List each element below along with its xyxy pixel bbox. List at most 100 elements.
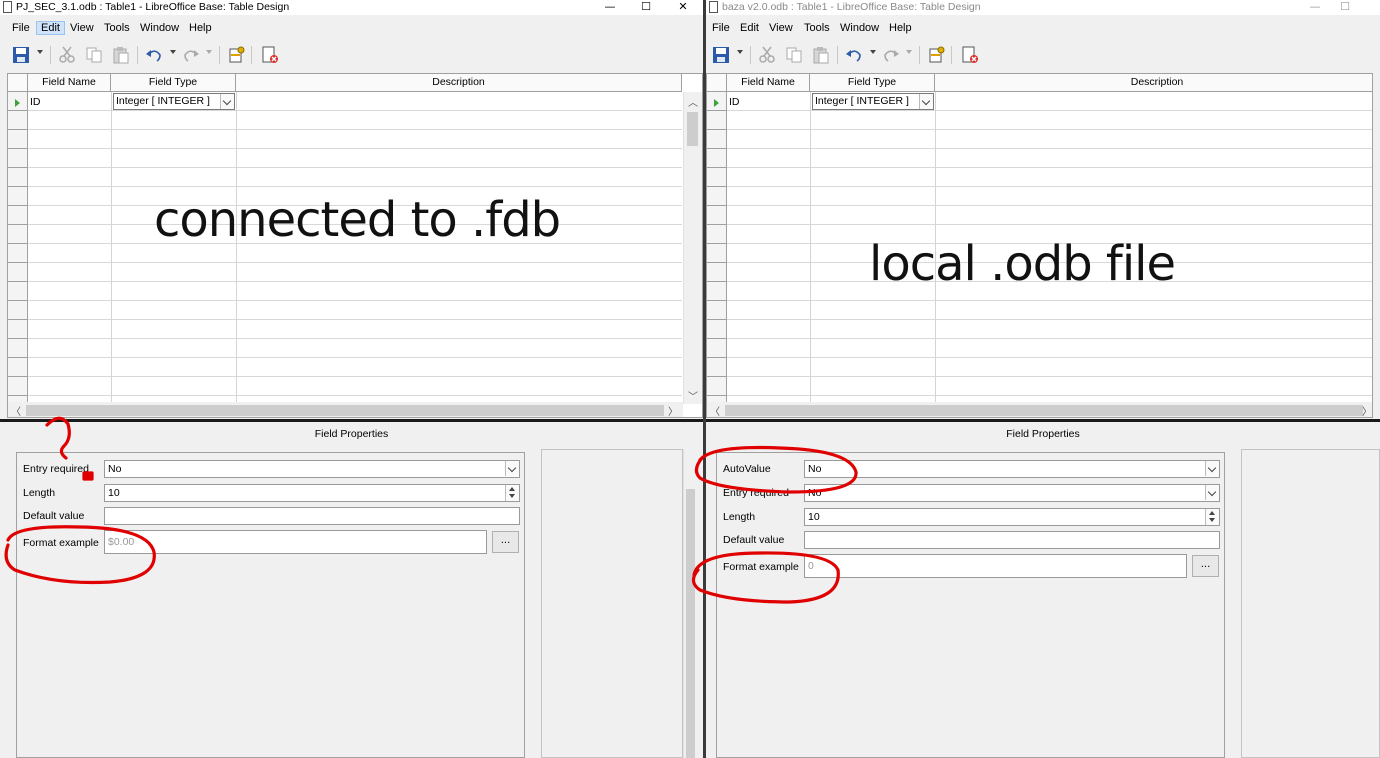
close-document-icon[interactable]: [261, 46, 279, 64]
grid-horizontal-scrollbar[interactable]: 〈 〉: [8, 402, 683, 417]
chevron-down-icon[interactable]: [1205, 485, 1219, 500]
row-header[interactable]: [8, 263, 28, 282]
row-header[interactable]: [8, 377, 28, 396]
properties-vertical-scrollbar[interactable]: [683, 449, 697, 758]
redo-dropdown-arrow[interactable]: [906, 50, 912, 54]
row-header[interactable]: [707, 168, 727, 187]
scroll-thumb[interactable]: [26, 405, 664, 416]
chevron-down-icon[interactable]: [505, 461, 519, 476]
column-header-description[interactable]: Description: [236, 74, 682, 92]
menu-window[interactable]: Window: [140, 22, 179, 34]
column-header-field-name[interactable]: Field Name: [28, 74, 111, 92]
format-button[interactable]: ...: [492, 531, 519, 553]
paste-icon[interactable]: [112, 46, 130, 64]
row-header[interactable]: [707, 187, 727, 206]
row-header[interactable]: [707, 130, 727, 149]
undo-icon[interactable]: [845, 46, 863, 64]
row-header[interactable]: [707, 358, 727, 377]
scroll-down-icon[interactable]: ﹀: [688, 388, 698, 403]
menu-tools[interactable]: Tools: [804, 22, 830, 34]
maximize-button[interactable]: ☐: [631, 0, 661, 15]
field-name-cell[interactable]: ID: [30, 96, 41, 108]
row-header[interactable]: [707, 244, 727, 263]
save-dropdown-arrow[interactable]: [37, 50, 43, 54]
column-header-field-name[interactable]: Field Name: [727, 74, 810, 92]
field-name-cell[interactable]: ID: [729, 96, 740, 108]
menu-edit[interactable]: Edit: [740, 22, 759, 34]
copy-icon[interactable]: [85, 46, 103, 64]
pane-splitter[interactable]: [0, 419, 703, 422]
row-header[interactable]: [8, 301, 28, 320]
paste-icon[interactable]: [812, 46, 830, 64]
redo-dropdown-arrow[interactable]: [206, 50, 212, 54]
spinner-arrows-icon[interactable]: [1205, 509, 1219, 525]
row-header[interactable]: [8, 168, 28, 187]
spinner-arrows-icon[interactable]: [505, 485, 519, 501]
undo-dropdown-arrow[interactable]: [170, 50, 176, 54]
undo-icon[interactable]: [145, 46, 163, 64]
autovalue-select[interactable]: No: [804, 460, 1220, 478]
scroll-thumb[interactable]: [687, 112, 698, 146]
menu-tools[interactable]: Tools: [104, 22, 130, 34]
row-header[interactable]: [8, 282, 28, 301]
column-header-field-type[interactable]: Field Type: [111, 74, 236, 92]
row-header[interactable]: [8, 206, 28, 225]
scroll-right-icon[interactable]: 〉: [668, 403, 678, 417]
scroll-up-icon[interactable]: ︿: [688, 94, 698, 109]
entry-required-select[interactable]: No: [804, 484, 1220, 502]
scroll-left-icon[interactable]: 〈: [710, 403, 720, 417]
scroll-right-icon[interactable]: 〉: [1362, 403, 1372, 417]
field-type-select[interactable]: Integer [ INTEGER ]: [812, 93, 934, 110]
row-header[interactable]: [707, 339, 727, 358]
pane-splitter[interactable]: [706, 419, 1380, 422]
row-header[interactable]: [707, 301, 727, 320]
row-header[interactable]: [707, 149, 727, 168]
row-header[interactable]: [8, 358, 28, 377]
row-header[interactable]: [707, 225, 727, 244]
save-dropdown-arrow[interactable]: [737, 50, 743, 54]
cut-icon[interactable]: [758, 46, 776, 64]
minimize-button[interactable]: —: [595, 0, 625, 15]
row-header[interactable]: [8, 130, 28, 149]
menu-help[interactable]: Help: [889, 22, 912, 34]
copy-icon[interactable]: [785, 46, 803, 64]
column-header-description[interactable]: Description: [935, 74, 1372, 92]
undo-dropdown-arrow[interactable]: [870, 50, 876, 54]
row-header[interactable]: [707, 111, 727, 130]
row-header[interactable]: [707, 206, 727, 225]
scroll-thumb[interactable]: [686, 489, 695, 758]
redo-icon[interactable]: [182, 46, 200, 64]
row-header[interactable]: [8, 320, 28, 339]
row-header[interactable]: [8, 111, 28, 130]
format-button[interactable]: ...: [1192, 555, 1219, 577]
menu-window[interactable]: Window: [840, 22, 879, 34]
length-spinner[interactable]: 10: [804, 508, 1220, 526]
grid-horizontal-scrollbar[interactable]: 〈 〉: [707, 402, 1372, 417]
default-value-input[interactable]: [104, 507, 520, 525]
minimize-button[interactable]: —: [1300, 0, 1330, 15]
maximize-button[interactable]: ☐: [1330, 0, 1360, 15]
menu-view[interactable]: View: [70, 22, 94, 34]
row-header[interactable]: [8, 187, 28, 206]
cut-icon[interactable]: [58, 46, 76, 64]
entry-required-select[interactable]: No: [104, 460, 520, 478]
row-header[interactable]: [707, 282, 727, 301]
column-header-field-type[interactable]: Field Type: [810, 74, 935, 92]
menu-view[interactable]: View: [769, 22, 793, 34]
close-button[interactable]: ✕: [668, 0, 698, 15]
primary-key-icon[interactable]: [228, 46, 246, 64]
menu-file[interactable]: File: [12, 22, 30, 34]
chevron-down-icon[interactable]: [919, 94, 933, 109]
row-header[interactable]: [8, 225, 28, 244]
menu-file[interactable]: File: [712, 22, 730, 34]
save-icon[interactable]: [712, 46, 730, 64]
grid-vertical-scrollbar[interactable]: ︿ ﹀: [683, 92, 702, 404]
row-header[interactable]: [8, 149, 28, 168]
default-value-input[interactable]: [804, 531, 1220, 549]
scroll-thumb[interactable]: [725, 405, 1363, 416]
row-header[interactable]: [8, 339, 28, 358]
row-header[interactable]: [707, 377, 727, 396]
field-type-select[interactable]: Integer [ INTEGER ]: [113, 93, 235, 110]
menu-edit[interactable]: Edit: [36, 21, 65, 35]
primary-key-icon[interactable]: [928, 46, 946, 64]
